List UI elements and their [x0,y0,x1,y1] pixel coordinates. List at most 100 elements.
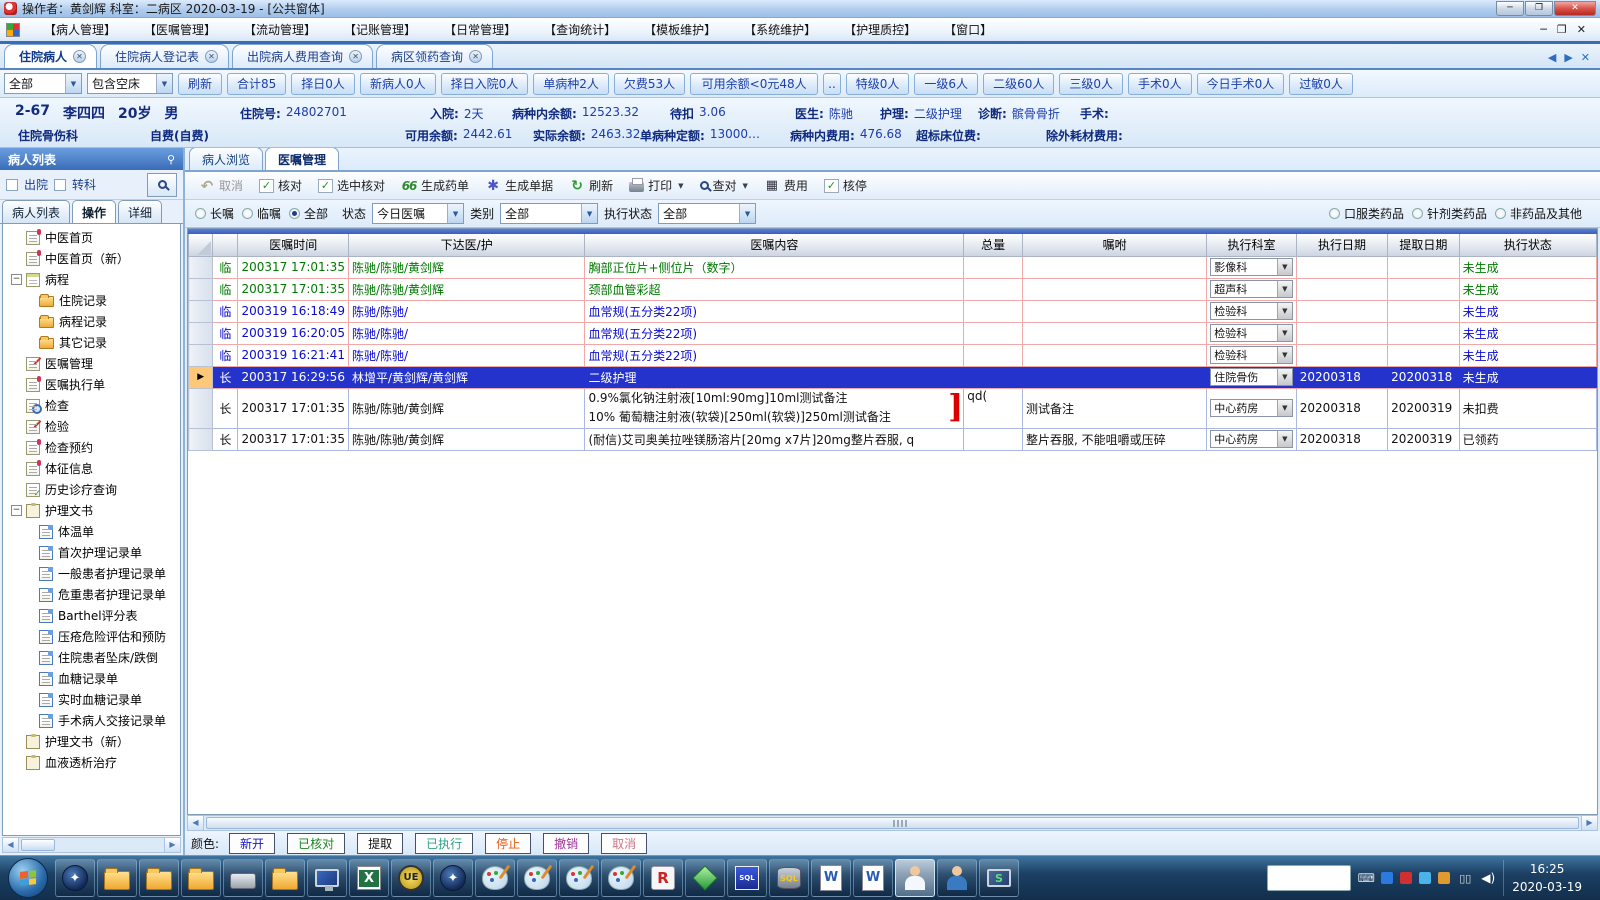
order-type-radio[interactable]: 全部 [289,205,328,222]
word-doc-2[interactable]: W [853,859,893,897]
filter-button[interactable]: 单病种2人 [533,72,609,95]
toolbar-打印-button[interactable]: 打印 ▼ [623,175,689,196]
toolbar-生成药单-button[interactable]: 66 生成药单 [395,175,475,196]
chevron-down-icon[interactable]: ▼ [581,204,598,223]
magnifier-tray-icon[interactable] [1381,872,1394,884]
menu-item[interactable]: 【病人管理】 [30,19,130,40]
menu-item[interactable]: 【护理质控】 [830,19,930,40]
security-tray-icon[interactable] [1400,872,1413,884]
pin-icon[interactable]: ⚲ [167,153,175,166]
tab-patient-list[interactable]: 病人列表 [2,200,71,223]
tab-detail[interactable]: 详细 [118,200,163,223]
tree-item[interactable]: 历史诊疗查询 [3,479,180,500]
chevron-down-icon[interactable]: ▼ [1276,259,1292,275]
tree-expander-icon[interactable]: − [11,505,22,516]
tree-item[interactable]: 手术病人交接记录单 [3,710,180,731]
order-row[interactable]: 临 200319 16:18:49 陈驰/陈驰/血常规(五分类22项) 检验科 ▼ 未生成 [188,300,1597,323]
filter-button[interactable]: 择日入院0人 [440,72,529,95]
compass-app-2[interactable]: ✦ [433,859,473,897]
word-doc-1[interactable]: W [811,859,851,897]
tree-item[interactable]: − 病程 [3,269,180,290]
exec-dept-select[interactable]: 中心药房 ▼ [1210,399,1293,417]
chevron-down-icon[interactable]: ▼ [1276,347,1292,363]
tree-expander-icon[interactable]: − [11,274,22,285]
start-button[interactable] [8,858,48,898]
tab-close-icon[interactable]: ✕ [469,50,483,63]
search-button[interactable] [147,172,177,197]
sql-query-app[interactable]: SQL [727,859,767,897]
tree-item[interactable]: 住院患者坠床/跌倒 [3,647,180,668]
toolbar-费用-button[interactable]: ▦ 费用 [758,175,814,196]
remote-r-app[interactable]: R [643,859,683,897]
restore-button[interactable]: ❐ [1525,1,1553,16]
order-row[interactable]: 长 200317 17:01:35 陈驰/陈驰/黄剑辉 (耐信)艾司奥美拉唑镁肠溶片[… [188,428,1597,451]
color-tray-icon-2[interactable] [1438,872,1451,884]
chevron-down-icon[interactable]: ▼ [739,204,756,223]
gem-app[interactable] [685,859,725,897]
column-header[interactable] [188,234,214,257]
tab-close-icon[interactable]: ✕ [1581,51,1590,64]
tree-item[interactable]: 检查 [3,395,180,416]
bed-filter-select[interactable]: 包含空床 ▼ [87,73,173,94]
tab-close-icon[interactable]: ✕ [205,50,219,63]
tree-item[interactable]: 一般患者护理记录单 [3,563,180,584]
minimize-button[interactable]: ─ [1496,1,1524,16]
level-filter-button[interactable]: 三级0人 [1059,72,1123,95]
doc-tab[interactable]: 住院病人登记表 ✕ [100,44,230,68]
doc-tab[interactable]: 出院病人费用查询 ✕ [232,44,374,68]
toolbar-生成单据-button[interactable]: ✱ 生成单据 [479,175,559,196]
scroll-right-icon[interactable]: ▶ [164,838,180,852]
scroll-thumb[interactable] [21,839,55,851]
mdi-close-button[interactable]: ✕ [1577,23,1586,36]
scroll-thumb[interactable] [206,817,1579,829]
scroll-right-icon[interactable]: ▶ [1581,816,1597,830]
chevron-down-icon[interactable]: ▼ [65,74,81,93]
order-row[interactable]: 临 200319 16:21:41 陈驰/陈驰/血常规(五分类22项) 检验科 ▼ 未生成 [188,344,1597,367]
paint-app-3[interactable] [559,859,599,897]
chevron-down-icon[interactable]: ▼ [1276,281,1292,297]
tree-item[interactable]: 医嘱执行单 [3,374,180,395]
tray-input-box[interactable] [1267,865,1352,891]
level-filter-button[interactable]: 今日手术0人 [1196,72,1285,95]
exec-dept-select[interactable]: 检验科 ▼ [1210,302,1293,320]
order-row[interactable]: ▶ 长 200317 16:29:56 林增平/黄剑辉/黄剑辉 二级护理 住院骨伤 ▼ 202… [188,366,1597,389]
drug-type-radio[interactable]: 非药品及其他 [1494,205,1582,222]
his-nurse-app[interactable] [895,859,935,897]
tab-close-icon[interactable]: ✕ [349,50,363,63]
keyboard-icon[interactable]: ⌨ [1358,870,1375,886]
column-header[interactable]: 医嘱内容 [584,234,965,257]
paint-app-4[interactable] [601,859,641,897]
tree-item[interactable]: − 护理文书 [3,500,180,521]
menu-item[interactable]: 【模板维护】 [630,19,730,40]
ultraedit-app[interactable]: UE [391,859,431,897]
my-computer[interactable] [307,859,347,897]
chevron-down-icon[interactable]: ▼ [1276,369,1292,385]
scroll-left-icon[interactable]: ◀ [188,816,204,830]
chevron-down-icon[interactable]: ▼ [743,182,748,190]
menu-item[interactable]: 【查询统计】 [530,19,630,40]
menu-item[interactable]: 【系统维护】 [730,19,830,40]
column-header[interactable]: 执行日期 [1295,234,1389,257]
chevron-down-icon[interactable]: ▼ [1276,431,1292,447]
orders-hscrollbar[interactable]: ◀ ▶ [187,815,1598,831]
color-tray-icon-1[interactable] [1419,872,1432,884]
tree-item[interactable]: 医嘱管理 [3,353,180,374]
exec-dept-select[interactable]: 影像科 ▼ [1210,258,1293,276]
tab-patient-browse[interactable]: 病人浏览 [189,147,264,170]
column-header[interactable]: 总量 [963,234,1024,257]
mdi-minimize-button[interactable]: ─ [1540,23,1547,36]
toolbar-核停-button[interactable]: ✓ 核停 [818,175,873,196]
order-type-radio[interactable]: 长嘱 [195,205,234,222]
doc-tab[interactable]: 住院病人 ✕ [4,44,98,68]
sidebar-hscrollbar[interactable]: ◀ ▶ [2,837,181,853]
filter-button[interactable]: 刷新 [178,72,223,95]
order-row[interactable]: 临 200317 17:01:35 陈驰/陈驰/黄剑辉 胸部正位片+侧位片（数字） 影像… [188,256,1597,279]
toolbar-刷新-button[interactable]: ↻ 刷新 [563,175,619,196]
volume-icon[interactable]: ◀) [1480,870,1496,886]
tree-item[interactable]: 压疮危险评估和预防 [3,626,180,647]
exec-dept-select[interactable]: 检验科 ▼ [1210,324,1293,342]
paint-app-1[interactable] [475,859,515,897]
column-header[interactable]: 执行科室 [1206,234,1297,257]
tab-order-management[interactable]: 医嘱管理 [265,147,340,170]
column-header[interactable]: 嘱咐 [1022,234,1208,257]
